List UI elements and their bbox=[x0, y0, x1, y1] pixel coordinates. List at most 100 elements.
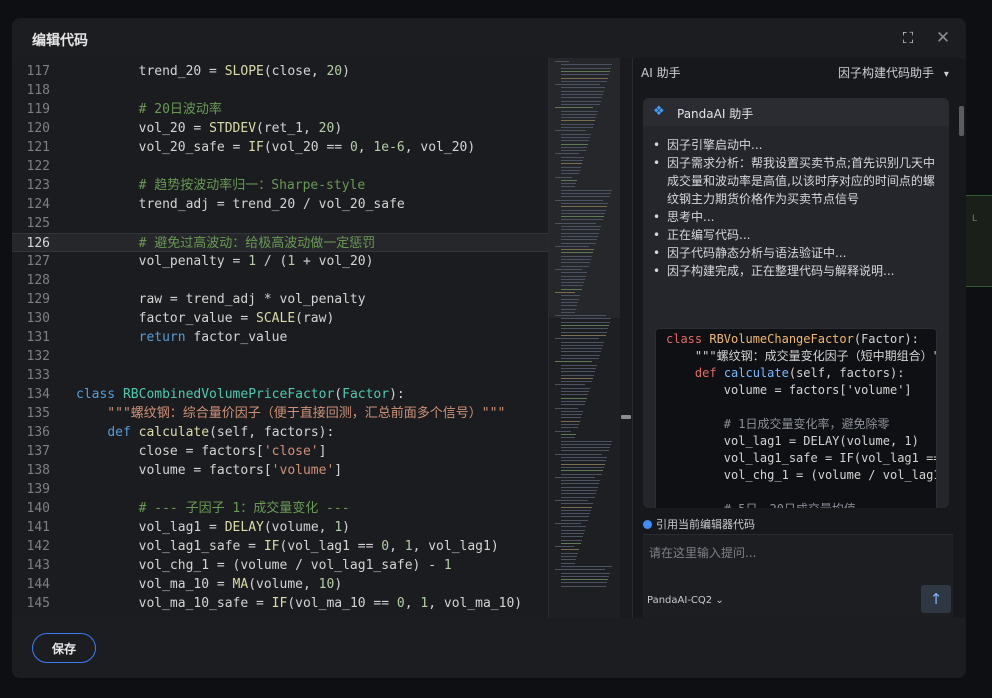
dialog-body: 117 trend_20 = SLOPE(close, 20) 118 119 # … bbox=[12, 58, 966, 618]
code-token: (vol_ma_10 == bbox=[287, 596, 397, 611]
code-line[interactable]: 143 vol_chg_1 = (volume / vol_lag1_safe)… bbox=[12, 556, 548, 575]
code-line[interactable]: 128 bbox=[12, 271, 548, 290]
splitter-handle[interactable] bbox=[621, 415, 631, 419]
code-line[interactable]: 145 vol_ma_10_safe = IF(vol_ma_10 == 0, … bbox=[12, 594, 548, 613]
minimap-line bbox=[561, 308, 576, 310]
progress-list: 因子引擎启动中...因子需求分析：帮我设置买卖节点;首先识别几天中成交量和波动率… bbox=[653, 136, 943, 280]
code-editor[interactable]: 117 trend_20 = SLOPE(close, 20) 118 119 # … bbox=[12, 58, 548, 618]
code-token: # 趋势按波动率归一：Sharpe-style bbox=[76, 178, 366, 193]
minimap-line bbox=[561, 189, 612, 191]
expand-icon[interactable]: ⛶ bbox=[899, 29, 917, 47]
minimap-line bbox=[561, 133, 591, 135]
save-button[interactable]: 保存 bbox=[32, 633, 96, 663]
line-number: 145 bbox=[26, 596, 50, 611]
code-token: 1 bbox=[404, 539, 413, 554]
snippet-line: """螺纹钢：成交量变化因子（短中期组合）" bbox=[666, 348, 936, 365]
snippet-line: class RBVolumeChangeFactor(Factor): bbox=[666, 331, 919, 348]
code-line[interactable]: 130 factor_value = SCALE(raw) bbox=[12, 309, 548, 328]
code-token: volume = factors[ bbox=[76, 463, 272, 478]
ai-panel-title: AI 助手 bbox=[641, 66, 681, 80]
code-line[interactable]: 118 bbox=[12, 81, 548, 100]
code-line[interactable]: 119 # 20日波动率 bbox=[12, 100, 548, 119]
minimap-line bbox=[561, 457, 607, 458]
code-line[interactable]: 140 # --- 子因子 1：成交量变化 --- bbox=[12, 499, 548, 518]
minimap-line bbox=[561, 70, 610, 72]
chat-scrollbar[interactable] bbox=[959, 106, 964, 136]
panel-splitter[interactable] bbox=[620, 58, 632, 618]
code-line[interactable]: 120 vol_20 = STDDEV(ret_1, 20) bbox=[12, 119, 548, 138]
line-source: # 趋势按波动率归一：Sharpe-style bbox=[76, 176, 366, 195]
code-line[interactable]: 121 vol_20_safe = IF(vol_20 == 0, 1e-6, … bbox=[12, 138, 548, 157]
line-number: 125 bbox=[26, 216, 50, 231]
code-line[interactable]: 142 vol_lag1_safe = IF(vol_lag1 == 0, 1,… bbox=[12, 537, 548, 556]
line-source: def calculate(self, factors): bbox=[76, 423, 334, 442]
minimap-line bbox=[561, 358, 599, 359]
code-line[interactable]: 138 volume = factors['volume'] bbox=[12, 461, 548, 480]
line-source: # 避免过高波动：给极高波动做一定惩罚 bbox=[76, 234, 376, 253]
code-line[interactable]: 135 """螺纹钢：综合量价因子（便于直接回测，汇总前面多个信号）""" bbox=[12, 404, 548, 423]
progress-item: 因子引擎启动中... bbox=[653, 136, 943, 154]
model-selector[interactable]: PandaAI-CQ2 ⌄ bbox=[647, 595, 724, 606]
code-line[interactable]: 133 bbox=[12, 366, 548, 385]
code-line[interactable]: 134 class RBCombinedVolumePriceFactor(Fac… bbox=[12, 385, 548, 404]
line-number: 127 bbox=[26, 254, 50, 269]
code-line[interactable]: 132 bbox=[12, 347, 548, 366]
minimap-line bbox=[561, 374, 594, 376]
minimap-line bbox=[561, 166, 581, 168]
code-line[interactable]: 117 trend_20 = SLOPE(close, 20) bbox=[12, 62, 548, 81]
code-line[interactable]: 139 bbox=[12, 480, 548, 499]
code-line[interactable]: 124 trend_adj = trend_20 / vol_20_safe bbox=[12, 195, 548, 214]
code-token: # --- 子因子 1：成交量变化 --- bbox=[76, 501, 350, 516]
minimap-line bbox=[561, 97, 602, 99]
code-line[interactable]: 136 def calculate(self, factors): bbox=[12, 423, 548, 442]
minimap-line bbox=[561, 483, 599, 485]
progress-item: 正在编写代码... bbox=[653, 226, 943, 244]
minimap-line bbox=[561, 113, 597, 115]
code-line[interactable]: 141 vol_lag1 = DELAY(volume, 1) bbox=[12, 518, 548, 537]
dialog-header: 编辑代码 ⛶ ✕ bbox=[12, 18, 966, 58]
minimap-line bbox=[561, 490, 597, 491]
minimap-line bbox=[561, 143, 588, 145]
code-line[interactable]: 144 vol_ma_10 = MA(volume, 10) bbox=[12, 575, 548, 594]
minimap-line bbox=[561, 321, 610, 323]
line-source: vol_chg_1 = (volume / vol_lag1_safe) - 1 bbox=[76, 556, 452, 575]
code-line[interactable]: 126 # 避免过高波动：给极高波动做一定惩罚 bbox=[12, 233, 548, 252]
minimap-line bbox=[561, 186, 575, 188]
minimap-line bbox=[561, 565, 612, 567]
minimap-line bbox=[561, 427, 578, 429]
minimap-line bbox=[561, 344, 603, 346]
minimap-line bbox=[561, 103, 600, 105]
minimap-line bbox=[555, 153, 579, 155]
arrow-up-icon[interactable]: ↑ bbox=[921, 585, 951, 613]
minimap-line bbox=[561, 94, 603, 95]
minimap-line bbox=[561, 513, 590, 515]
code-line[interactable]: 125 bbox=[12, 214, 548, 233]
close-icon[interactable]: ✕ bbox=[934, 29, 952, 47]
line-number: 140 bbox=[26, 501, 50, 516]
line-source: # 20日波动率 bbox=[76, 100, 222, 119]
minimap-line bbox=[561, 582, 607, 584]
code-line[interactable]: 127 vol_penalty = 1 / (1 + vol_20) bbox=[12, 252, 548, 271]
minimap-line bbox=[555, 523, 581, 524]
minimap-line bbox=[561, 493, 596, 495]
question-input[interactable] bbox=[649, 543, 889, 563]
minimap-line bbox=[561, 328, 608, 330]
snippet-token: volume = factors['volume'] bbox=[666, 383, 912, 397]
snippet-token: calculate bbox=[723, 366, 789, 380]
code-token: vol_ma_10_safe = bbox=[76, 596, 272, 611]
line-number: 133 bbox=[26, 368, 50, 383]
code-line[interactable]: 129 raw = trend_adj * vol_penalty bbox=[12, 290, 548, 309]
code-line[interactable]: 131 return factor_value bbox=[12, 328, 548, 347]
code-line[interactable]: 122 bbox=[12, 157, 548, 176]
minimap-line bbox=[561, 447, 610, 449]
code-line[interactable]: 137 close = factors['close'] bbox=[12, 442, 548, 461]
minimap-line bbox=[561, 506, 592, 508]
minimap-line bbox=[561, 110, 598, 112]
assistant-selector[interactable]: 因子构建代码助手 ▾ bbox=[838, 64, 949, 81]
minimap-line bbox=[561, 556, 577, 557]
reference-editor-code-toggle[interactable]: 引用当前编辑器代码 bbox=[643, 516, 755, 532]
code-line[interactable]: 123 # 趋势按波动率归一：Sharpe-style bbox=[12, 176, 548, 195]
code-minimap[interactable] bbox=[548, 58, 620, 618]
code-token: def bbox=[107, 425, 139, 440]
